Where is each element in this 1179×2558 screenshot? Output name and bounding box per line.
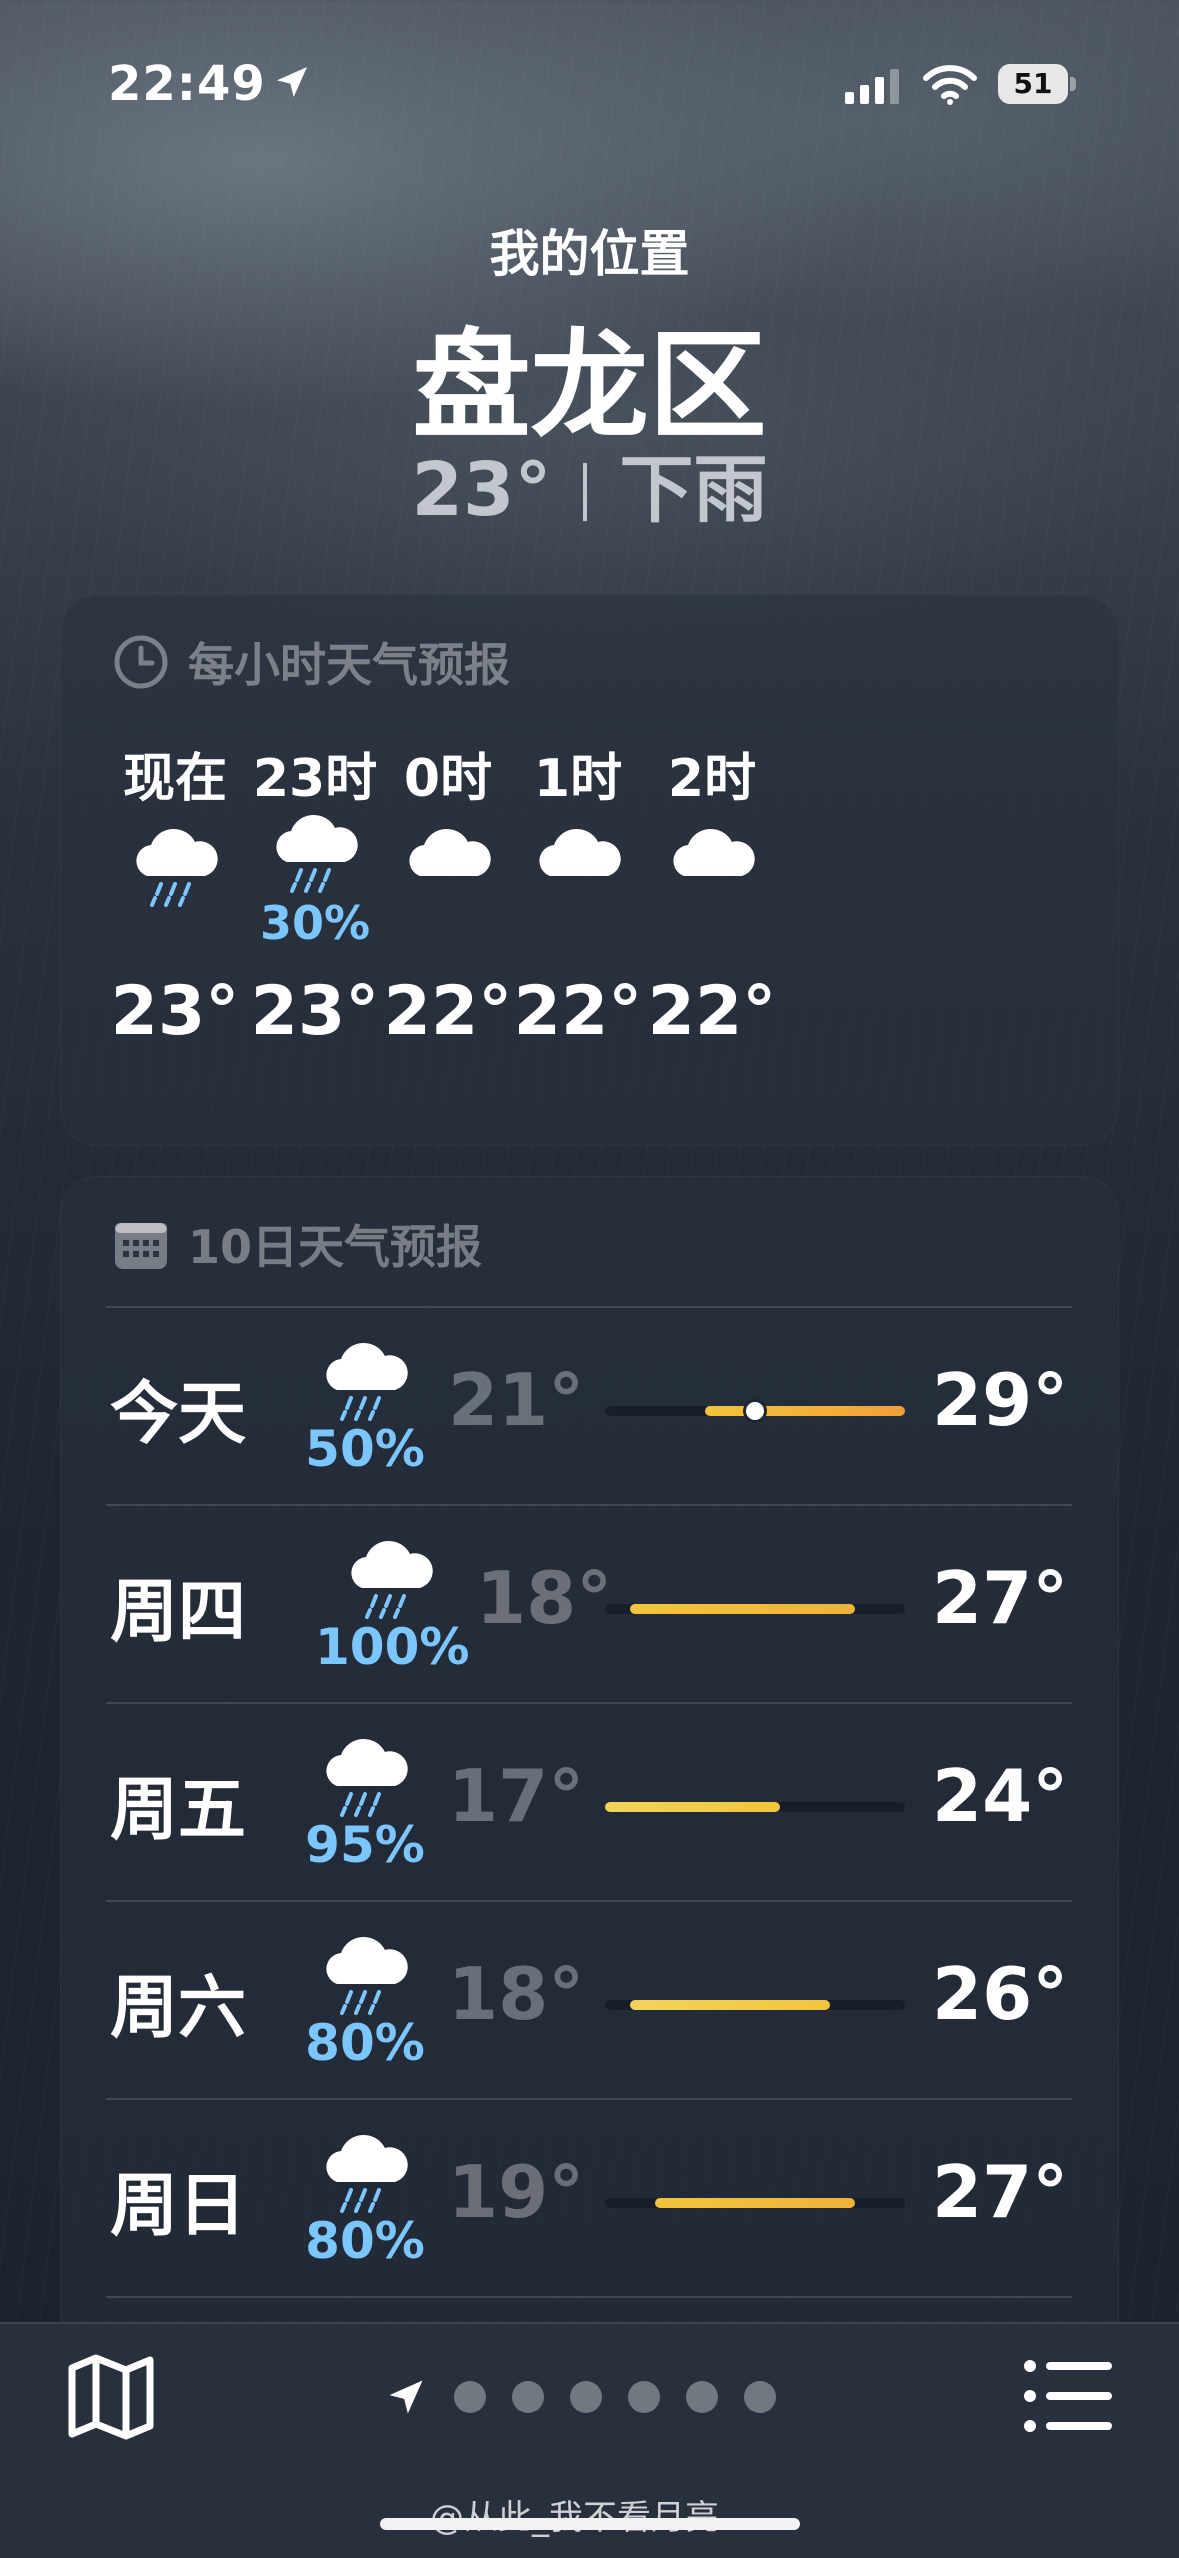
page-indicator[interactable] (384, 2372, 776, 2422)
list-icon[interactable] (1022, 2358, 1114, 2434)
ten-day-forecast-title-text: 10日天气预报 (188, 1220, 483, 1274)
temp-range-track (605, 1402, 905, 1420)
location-arrow-icon (277, 67, 307, 97)
rain-cloud-icon (276, 814, 358, 893)
hour-temp: 22° (647, 972, 777, 1051)
rain-cloud-icon (351, 1540, 433, 1619)
day-icon-wrap: 100% (315, 1526, 470, 1676)
precipitation-chance: 95% (305, 1816, 425, 1874)
cloud-icon (673, 828, 755, 876)
precipitation-chance: 100% (315, 1618, 470, 1676)
high-temp: 29° (932, 1358, 1069, 1442)
cellular-signal-icon (845, 69, 899, 104)
day-icon-wrap: 95% (290, 1724, 440, 1874)
page-dot[interactable] (628, 2381, 660, 2413)
daily-row[interactable]: 周五 95% 17° 24° (60, 1704, 1119, 1902)
temp-range-bar (705, 1406, 905, 1416)
temp-range-track (605, 2000, 905, 2010)
daily-row[interactable]: 周日 80% 19° 27° (60, 2100, 1119, 2298)
day-icon-wrap: 80% (290, 1922, 440, 2072)
temp-range-track (605, 2198, 905, 2208)
day-name: 周五 (110, 1771, 247, 1850)
daily-row[interactable]: 今天 50% 21° 29° (60, 1308, 1119, 1506)
rain-cloud-icon (326, 1342, 408, 1421)
high-temp: 26° (932, 1952, 1069, 2036)
page-dot[interactable] (744, 2381, 776, 2413)
ten-day-forecast-title: 10日天气预报 (112, 1214, 482, 1274)
row-divider (106, 2296, 1072, 2298)
temp-range-track (605, 1604, 905, 1614)
page-dot[interactable] (512, 2381, 544, 2413)
rain-cloud-icon (136, 828, 218, 907)
battery-nub (1070, 77, 1076, 91)
day-name: 周四 (110, 1573, 247, 1652)
precipitation-chance: 80% (305, 2014, 425, 2072)
rain-cloud-icon (326, 2134, 408, 2213)
high-temp: 24° (932, 1754, 1069, 1838)
battery-indicator: 51 (998, 64, 1076, 104)
precipitation-chance: 80% (305, 2212, 425, 2270)
battery-level: 51 (998, 64, 1068, 104)
temp-range-bar (655, 2198, 855, 2208)
page-dot[interactable] (686, 2381, 718, 2413)
hourly-forecast-title: 每小时天气预报 (112, 632, 510, 692)
high-temp: 27° (932, 2150, 1069, 2234)
home-indicator[interactable] (380, 2518, 800, 2530)
hourly-item: 2时 22° (617, 744, 807, 1051)
day-icon-wrap: 80% (290, 2120, 440, 2270)
low-temp: 18° (448, 1952, 585, 2036)
hour-icon-wrap (617, 814, 807, 934)
wifi-icon (923, 65, 977, 105)
page-dot[interactable] (570, 2381, 602, 2413)
hourly-forecast-title-text: 每小时天气预报 (188, 638, 510, 692)
map-icon[interactable] (66, 2354, 156, 2440)
temp-range-track (605, 1802, 905, 1812)
temp-range-bar (630, 2000, 830, 2010)
low-temp: 17° (448, 1754, 585, 1838)
hour-label: 2时 (667, 749, 757, 809)
status-time: 22:49 (108, 56, 266, 112)
current-temp-dot (746, 1402, 764, 1420)
precipitation-chance: 50% (305, 1420, 425, 1478)
day-name: 今天 (110, 1375, 247, 1454)
current-temp: 23° (411, 447, 552, 533)
current-conditions: 23° 下雨 (0, 430, 1179, 537)
location-label: 我的位置 (489, 225, 690, 283)
page-dot[interactable] (454, 2381, 486, 2413)
watermark-text: @从此_我不看月亮 (430, 2490, 719, 2539)
temp-range-bar (605, 1802, 780, 1812)
cloud-icon (539, 828, 621, 876)
current-location-arrow-icon[interactable] (384, 2375, 428, 2419)
rain-cloud-icon (326, 1738, 408, 1817)
calendar-icon (115, 1223, 167, 1269)
day-name: 周六 (110, 1969, 247, 2048)
rain-cloud-icon (326, 1936, 408, 2015)
separator (583, 463, 588, 521)
low-temp: 21° (448, 1358, 585, 1442)
low-temp: 19° (448, 2150, 585, 2234)
status-bar: 22:49 51 (0, 56, 1179, 116)
high-temp: 27° (932, 1556, 1069, 1640)
daily-row[interactable]: 周四 100% 18° 27° (60, 1506, 1119, 1704)
temp-range-bar (630, 1604, 855, 1614)
clock-icon (114, 635, 168, 689)
hourly-forecast-panel[interactable]: 每小时天气预报 现在 23° 23时 30% 23° 0时 22° 1时 22° 2时 22° (60, 594, 1119, 1146)
low-temp: 18° (476, 1556, 613, 1640)
daily-row[interactable]: 周六 80% 18° 26° (60, 1902, 1119, 2100)
day-icon-wrap: 50% (290, 1328, 440, 1478)
current-condition: 下雨 (619, 447, 768, 533)
day-name: 周日 (110, 2167, 247, 2246)
